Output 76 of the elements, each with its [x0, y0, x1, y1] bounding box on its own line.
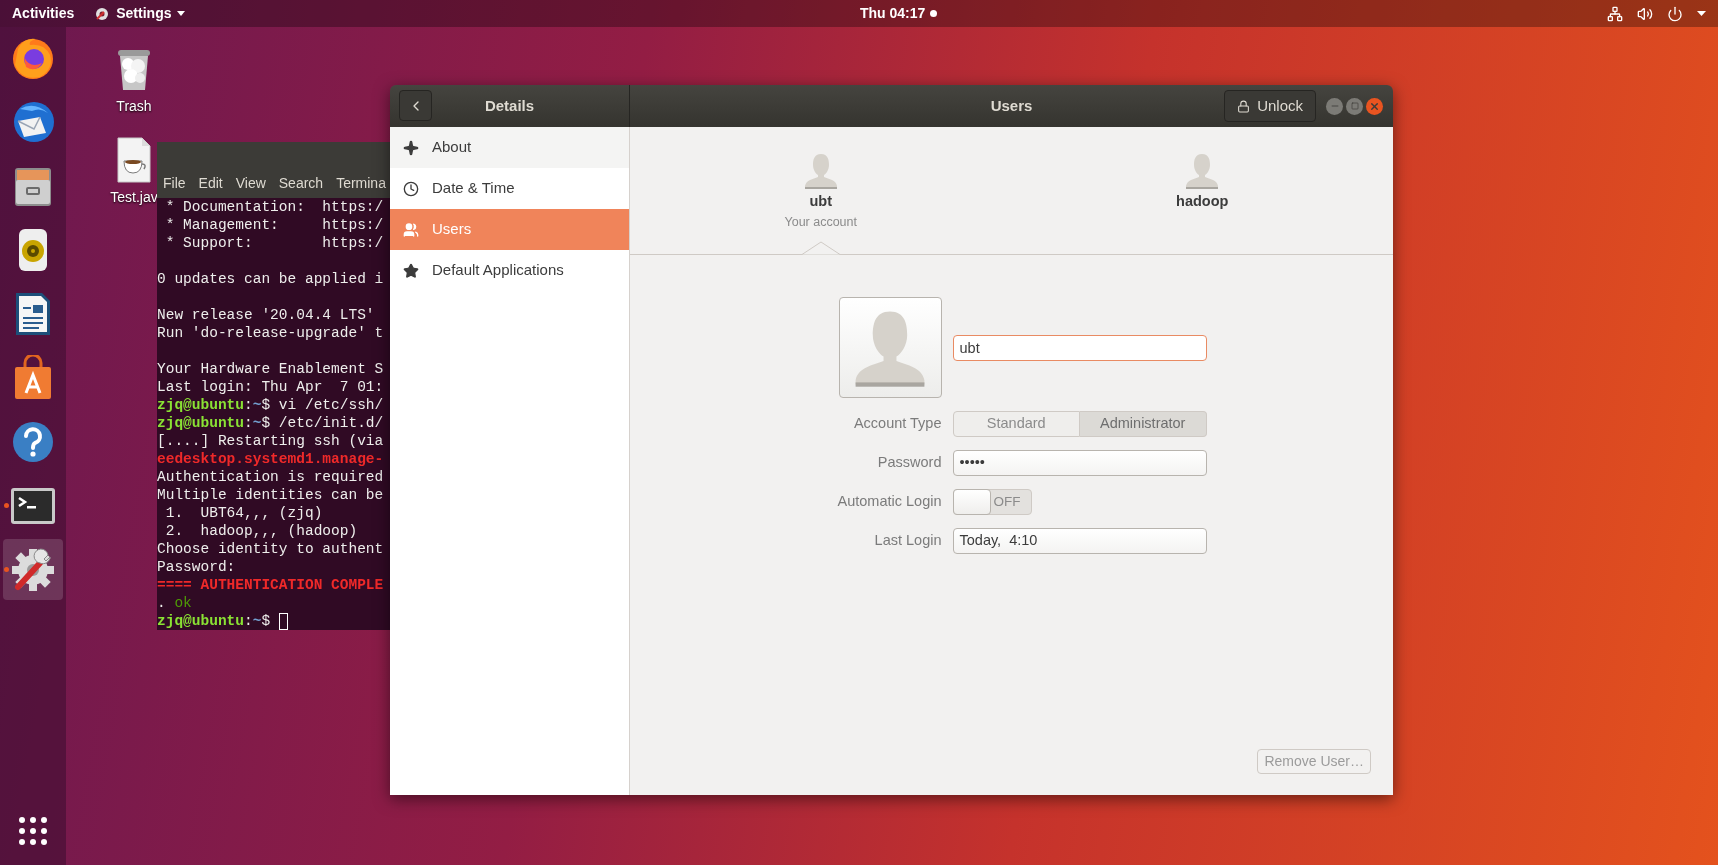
terminal-line: 2. hadoop,,, (hadoop): [164, 522, 358, 540]
terminal-line: * Management: https:/: [164, 216, 384, 234]
field-label: Automatic Login: [836, 492, 942, 512]
trash-icon: [116, 48, 152, 92]
clock-icon: [403, 180, 419, 197]
menu-item[interactable]: Search: [278, 173, 324, 194]
terminal-line: * Support: https:/: [164, 234, 384, 252]
minimize-button[interactable]: [1326, 97, 1343, 115]
switch-knob: [952, 489, 991, 515]
close-button[interactable]: [1366, 97, 1383, 115]
document-icon: [13, 290, 53, 337]
caret-icon[interactable]: [1697, 11, 1706, 16]
menu-item[interactable]: Termina: [336, 173, 386, 194]
user-name[interactable]: hadoop: [1176, 191, 1229, 213]
app-menu[interactable]: Settings: [94, 3, 186, 24]
terminal-line: Your Hardware Enablement S: [157, 360, 384, 378]
app-grid-icon[interactable]: [19, 817, 47, 845]
activities-button[interactable]: Activities: [12, 3, 75, 24]
maximize-button[interactable]: [1346, 97, 1363, 115]
settings-icon: [10, 546, 56, 593]
clock[interactable]: Thu 04:17: [860, 0, 938, 27]
terminal-line: 1. UBT64,,, (zjq): [164, 504, 323, 522]
name-field[interactable]: ubt: [952, 334, 1207, 361]
power-icon[interactable]: [1667, 5, 1683, 22]
terminal-line: * Documentation: https:/: [164, 198, 384, 216]
sidebar-item[interactable]: Date & Time: [390, 168, 629, 209]
terminal-line: zjq@ubuntu:~$ /etc/init.d/: [157, 414, 384, 432]
panel-title: Details: [484, 95, 535, 116]
account-type-option[interactable]: Administrator: [1080, 411, 1207, 437]
terminal-line: zjq@ubuntu:~$ vi /etc/ssh/: [157, 396, 384, 414]
caret-icon: [177, 11, 186, 16]
maximize-icon: [1350, 102, 1359, 110]
terminal-line: Authentication is required: [157, 468, 384, 486]
desktop-icon-label[interactable]: Test.jav: [110, 187, 158, 208]
terminal-line: Multiple identities can be: [157, 486, 384, 504]
sidebar-item[interactable]: About: [390, 127, 629, 168]
terminal-icon: [10, 485, 56, 526]
user-subtitle: Your account: [784, 213, 857, 231]
help-icon: [11, 419, 55, 464]
terminal-line: 0 updates can be applied i: [157, 270, 384, 288]
desktop-icon-label[interactable]: Trash: [116, 96, 152, 117]
field-label: Last Login: [873, 531, 942, 551]
running-indicator: [4, 567, 9, 572]
sidebar-item[interactable]: Default Applications: [390, 250, 629, 291]
unlock-button[interactable]: Unlock: [1224, 90, 1316, 122]
terminal-line: ==== AUTHENTICATION COMPLE: [157, 576, 384, 594]
terminal-line: . ok: [157, 594, 192, 612]
field-label: Password: [876, 453, 942, 473]
terminal-line: eedesktop.systemd1.manage-: [157, 450, 384, 468]
dock-item[interactable]: [3, 539, 63, 600]
terminal-line: New release '20.04.4 LTS': [157, 306, 375, 324]
back-button[interactable]: [399, 90, 432, 121]
running-indicator: [4, 503, 9, 508]
volume-icon[interactable]: [1637, 5, 1653, 22]
gear-icon: [94, 5, 111, 22]
window-title: Users: [990, 95, 1033, 116]
value-field[interactable]: •••••: [952, 450, 1207, 476]
java-file-icon: [116, 137, 152, 183]
sparkle-icon: [403, 139, 419, 156]
menu-item[interactable]: View: [235, 173, 266, 194]
close-icon: [1369, 100, 1380, 112]
lock-icon: [1237, 99, 1251, 113]
network-icon[interactable]: [1607, 5, 1623, 22]
terminal-line: zjq@ubuntu:~$: [157, 612, 272, 630]
field-label: Account Type: [852, 414, 942, 434]
terminal-line: [....] Restarting ssh (via: [157, 432, 384, 450]
terminal-line: Run 'do-release-upgrade' t: [157, 324, 384, 342]
value-field[interactable]: Today, 4:10: [952, 528, 1207, 554]
menu-item[interactable]: File: [163, 173, 186, 194]
terminal-line: Last login: Thu Apr 7 01:: [157, 378, 384, 396]
menu-item[interactable]: Edit: [198, 173, 223, 194]
terminal-line: Password:: [157, 558, 236, 576]
users-icon: [403, 221, 419, 238]
user-name[interactable]: ubt: [809, 191, 832, 213]
terminal-line: Choose identity to authent: [157, 540, 384, 558]
star-icon: [403, 262, 419, 279]
